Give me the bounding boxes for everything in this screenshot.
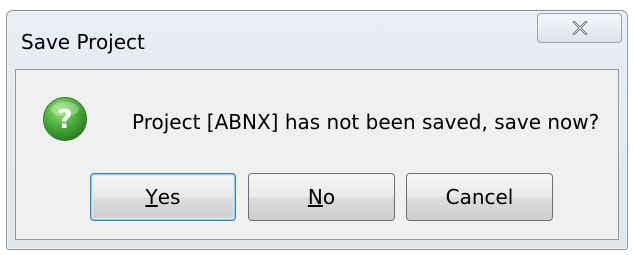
no-button[interactable]: No xyxy=(248,173,395,221)
close-icon xyxy=(572,21,587,35)
dialog-body: ? Project [ABNX] has not been saved, sav… xyxy=(15,69,619,240)
no-button-mnemonic: N xyxy=(307,185,323,209)
cancel-button-label: Cancel xyxy=(445,185,514,209)
yes-button[interactable]: Yes xyxy=(90,173,236,221)
yes-button-label: es xyxy=(157,185,181,209)
save-project-dialog: Save Project ? Project [ABNX] has not be… xyxy=(6,10,628,250)
cancel-button[interactable]: Cancel xyxy=(406,173,553,221)
title-bar[interactable]: Save Project xyxy=(7,11,627,69)
no-button-label: o xyxy=(322,185,336,209)
yes-button-mnemonic: Y xyxy=(145,185,158,209)
svg-text:?: ? xyxy=(57,105,72,135)
close-button[interactable] xyxy=(537,13,622,43)
dialog-title: Save Project xyxy=(21,30,145,54)
dialog-message: Project [ABNX] has not been saved, save … xyxy=(132,110,600,134)
question-icon: ? xyxy=(43,97,87,141)
